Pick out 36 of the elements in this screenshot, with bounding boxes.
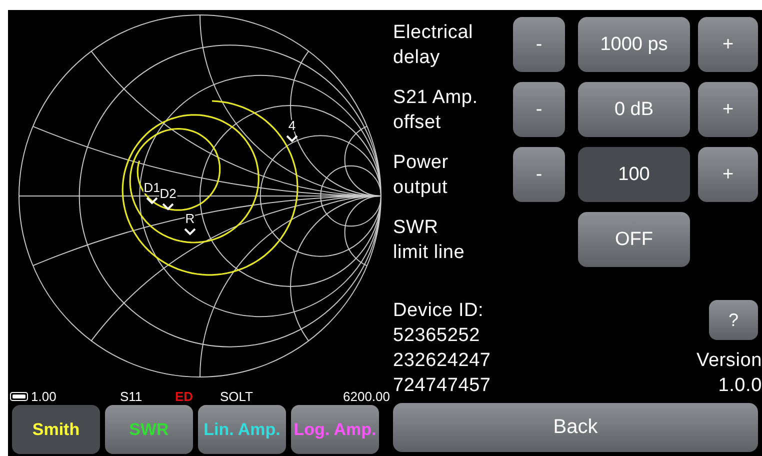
value-button[interactable]: 1000 ps — [578, 17, 690, 72]
device-id-label: Device ID: — [393, 299, 485, 323]
marker-chevron-icon — [162, 203, 174, 210]
parameter-label: S11 — [120, 389, 144, 404]
back-button[interactable]: Back — [393, 403, 758, 452]
device-id-line: 724747457 — [393, 374, 491, 398]
value-button[interactable]: 0 dB — [578, 82, 690, 137]
frequency-label: 6200.00 — [342, 389, 390, 404]
increase-button[interactable]: + — [698, 17, 758, 72]
calibration-label: SOLT — [220, 389, 254, 404]
decrease-button[interactable]: - — [513, 17, 565, 72]
decrease-button[interactable]: - — [513, 147, 565, 202]
setting-label: Electrical delay — [393, 20, 474, 70]
marker-chevron-icon — [146, 197, 158, 204]
setting-label: S21 Amp. offset — [393, 86, 479, 134]
view-tab[interactable]: Lin. Amp. — [198, 405, 286, 454]
setting-label: Power output — [393, 150, 450, 200]
flag-label: ED — [175, 389, 194, 404]
marker-label: D1 — [144, 180, 160, 195]
view-tab[interactable]: SWR — [105, 405, 193, 454]
battery-icon — [10, 392, 28, 401]
view-tab[interactable]: Smith — [12, 405, 100, 454]
increase-button[interactable]: + — [698, 147, 758, 202]
setting-label: SWR limit line — [393, 216, 466, 264]
value-button[interactable]: 100 — [578, 147, 690, 202]
version-label: Version — [696, 349, 762, 373]
device-id-line: 232624247 — [393, 349, 491, 373]
device-id-line: 52365252 — [393, 324, 481, 348]
toggle-button[interactable]: OFF — [578, 212, 690, 267]
marker-chevron-icon — [286, 135, 298, 142]
marker-chevron-icon — [184, 228, 196, 236]
help-button[interactable]: ? — [709, 300, 758, 340]
increase-button[interactable]: + — [698, 82, 758, 137]
version-value: 1.0.0 — [718, 374, 762, 398]
decrease-button[interactable]: - — [513, 82, 565, 137]
battery-reading: 1.00 — [31, 389, 56, 404]
